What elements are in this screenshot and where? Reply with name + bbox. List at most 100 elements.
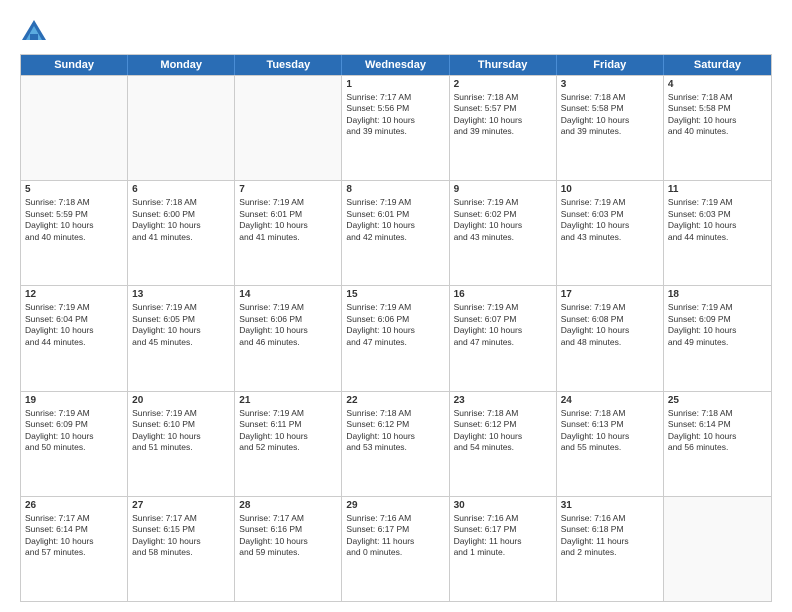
day-info: Sunrise: 7:17 AM Sunset: 6:16 PM Dayligh… [239,513,337,559]
cal-cell: 29 Sunrise: 7:16 AM Sunset: 6:17 PM Dayli… [342,497,449,601]
day-number: 16 [454,289,552,300]
day-number: 20 [132,395,230,406]
day-info: Sunrise: 7:18 AM Sunset: 5:57 PM Dayligh… [454,92,552,138]
page: SundayMondayTuesdayWednesdayThursdayFrid… [0,0,792,612]
header [20,18,772,46]
day-info: Sunrise: 7:19 AM Sunset: 6:08 PM Dayligh… [561,302,659,348]
day-info: Sunrise: 7:19 AM Sunset: 6:09 PM Dayligh… [25,408,123,454]
cal-cell: 12 Sunrise: 7:19 AM Sunset: 6:04 PM Dayli… [21,286,128,390]
cal-cell: 9 Sunrise: 7:19 AM Sunset: 6:02 PM Daylig… [450,181,557,285]
cal-cell: 31 Sunrise: 7:16 AM Sunset: 6:18 PM Dayli… [557,497,664,601]
day-info: Sunrise: 7:18 AM Sunset: 5:58 PM Dayligh… [561,92,659,138]
day-info: Sunrise: 7:19 AM Sunset: 6:05 PM Dayligh… [132,302,230,348]
day-number: 18 [668,289,767,300]
day-number: 3 [561,79,659,90]
day-number: 14 [239,289,337,300]
calendar-body: 1Sunrise: 7:17 AM Sunset: 5:56 PM Daylig… [21,75,771,601]
cal-cell: 5Sunrise: 7:18 AM Sunset: 5:59 PM Daylig… [21,181,128,285]
weekday-header-tuesday: Tuesday [235,55,342,75]
day-info: Sunrise: 7:19 AM Sunset: 6:03 PM Dayligh… [561,197,659,243]
day-info: Sunrise: 7:19 AM Sunset: 6:06 PM Dayligh… [239,302,337,348]
day-info: Sunrise: 7:19 AM Sunset: 6:01 PM Dayligh… [346,197,444,243]
day-number: 2 [454,79,552,90]
week-row-2: 5Sunrise: 7:18 AM Sunset: 5:59 PM Daylig… [21,180,771,285]
day-number: 30 [454,500,552,511]
cal-cell: 16Sunrise: 7:19 AM Sunset: 6:07 PM Dayli… [450,286,557,390]
cal-cell: 20 Sunrise: 7:19 AM Sunset: 6:10 PM Dayli… [128,392,235,496]
day-number: 28 [239,500,337,511]
cal-cell: 11 Sunrise: 7:19 AM Sunset: 6:03 PM Dayli… [664,181,771,285]
day-info: Sunrise: 7:17 AM Sunset: 6:15 PM Dayligh… [132,513,230,559]
day-info: Sunrise: 7:19 AM Sunset: 6:02 PM Dayligh… [454,197,552,243]
cal-cell: 6Sunrise: 7:18 AM Sunset: 6:00 PM Daylig… [128,181,235,285]
day-info: Sunrise: 7:16 AM Sunset: 6:18 PM Dayligh… [561,513,659,559]
day-info: Sunrise: 7:19 AM Sunset: 6:09 PM Dayligh… [668,302,767,348]
cal-cell: 14 Sunrise: 7:19 AM Sunset: 6:06 PM Dayli… [235,286,342,390]
day-number: 21 [239,395,337,406]
day-number: 4 [668,79,767,90]
cal-cell: 19 Sunrise: 7:19 AM Sunset: 6:09 PM Dayli… [21,392,128,496]
cal-cell: 8 Sunrise: 7:19 AM Sunset: 6:01 PM Daylig… [342,181,449,285]
day-info: Sunrise: 7:19 AM Sunset: 6:06 PM Dayligh… [346,302,444,348]
weekday-header-monday: Monday [128,55,235,75]
cal-cell: 10Sunrise: 7:19 AM Sunset: 6:03 PM Dayli… [557,181,664,285]
day-number: 17 [561,289,659,300]
day-number: 5 [25,184,123,195]
day-number: 29 [346,500,444,511]
cal-cell: 27 Sunrise: 7:17 AM Sunset: 6:15 PM Dayli… [128,497,235,601]
day-number: 13 [132,289,230,300]
day-number: 31 [561,500,659,511]
cal-cell: 3 Sunrise: 7:18 AM Sunset: 5:58 PM Daylig… [557,76,664,180]
cal-cell: 22 Sunrise: 7:18 AM Sunset: 6:12 PM Dayli… [342,392,449,496]
weekday-header-wednesday: Wednesday [342,55,449,75]
weekday-header-thursday: Thursday [450,55,557,75]
cal-cell: 30 Sunrise: 7:16 AM Sunset: 6:17 PM Dayli… [450,497,557,601]
cal-cell: 21 Sunrise: 7:19 AM Sunset: 6:11 PM Dayli… [235,392,342,496]
cal-cell: 13 Sunrise: 7:19 AM Sunset: 6:05 PM Dayli… [128,286,235,390]
day-number: 26 [25,500,123,511]
weekday-header-saturday: Saturday [664,55,771,75]
day-number: 22 [346,395,444,406]
day-info: Sunrise: 7:18 AM Sunset: 6:00 PM Dayligh… [132,197,230,243]
cal-cell: 26 Sunrise: 7:17 AM Sunset: 6:14 PM Dayli… [21,497,128,601]
day-number: 12 [25,289,123,300]
day-number: 11 [668,184,767,195]
day-info: Sunrise: 7:16 AM Sunset: 6:17 PM Dayligh… [346,513,444,559]
day-info: Sunrise: 7:19 AM Sunset: 6:11 PM Dayligh… [239,408,337,454]
day-number: 9 [454,184,552,195]
day-number: 24 [561,395,659,406]
cal-cell [664,497,771,601]
day-info: Sunrise: 7:16 AM Sunset: 6:17 PM Dayligh… [454,513,552,559]
day-number: 27 [132,500,230,511]
week-row-1: 1Sunrise: 7:17 AM Sunset: 5:56 PM Daylig… [21,75,771,180]
day-number: 1 [346,79,444,90]
cal-cell: 15Sunrise: 7:19 AM Sunset: 6:06 PM Dayli… [342,286,449,390]
week-row-3: 12 Sunrise: 7:19 AM Sunset: 6:04 PM Dayli… [21,285,771,390]
day-number: 8 [346,184,444,195]
weekday-header-friday: Friday [557,55,664,75]
cal-cell: 17 Sunrise: 7:19 AM Sunset: 6:08 PM Dayli… [557,286,664,390]
day-number: 7 [239,184,337,195]
day-info: Sunrise: 7:18 AM Sunset: 6:14 PM Dayligh… [668,408,767,454]
cal-cell: 25Sunrise: 7:18 AM Sunset: 6:14 PM Dayli… [664,392,771,496]
week-row-5: 26 Sunrise: 7:17 AM Sunset: 6:14 PM Dayli… [21,496,771,601]
weekday-header-sunday: Sunday [21,55,128,75]
day-info: Sunrise: 7:18 AM Sunset: 6:12 PM Dayligh… [346,408,444,454]
cal-cell [21,76,128,180]
day-number: 19 [25,395,123,406]
week-row-4: 19 Sunrise: 7:19 AM Sunset: 6:09 PM Dayli… [21,391,771,496]
calendar-header: SundayMondayTuesdayWednesdayThursdayFrid… [21,55,771,75]
cal-cell: 1Sunrise: 7:17 AM Sunset: 5:56 PM Daylig… [342,76,449,180]
cal-cell: 23Sunrise: 7:18 AM Sunset: 6:12 PM Dayli… [450,392,557,496]
day-info: Sunrise: 7:17 AM Sunset: 6:14 PM Dayligh… [25,513,123,559]
cal-cell: 7Sunrise: 7:19 AM Sunset: 6:01 PM Daylig… [235,181,342,285]
day-info: Sunrise: 7:18 AM Sunset: 6:12 PM Dayligh… [454,408,552,454]
cal-cell [235,76,342,180]
day-info: Sunrise: 7:19 AM Sunset: 6:10 PM Dayligh… [132,408,230,454]
day-info: Sunrise: 7:19 AM Sunset: 6:04 PM Dayligh… [25,302,123,348]
cal-cell: 4Sunrise: 7:18 AM Sunset: 5:58 PM Daylig… [664,76,771,180]
logo [20,18,52,46]
cal-cell: 18 Sunrise: 7:19 AM Sunset: 6:09 PM Dayli… [664,286,771,390]
day-info: Sunrise: 7:19 AM Sunset: 6:03 PM Dayligh… [668,197,767,243]
cal-cell: 24Sunrise: 7:18 AM Sunset: 6:13 PM Dayli… [557,392,664,496]
